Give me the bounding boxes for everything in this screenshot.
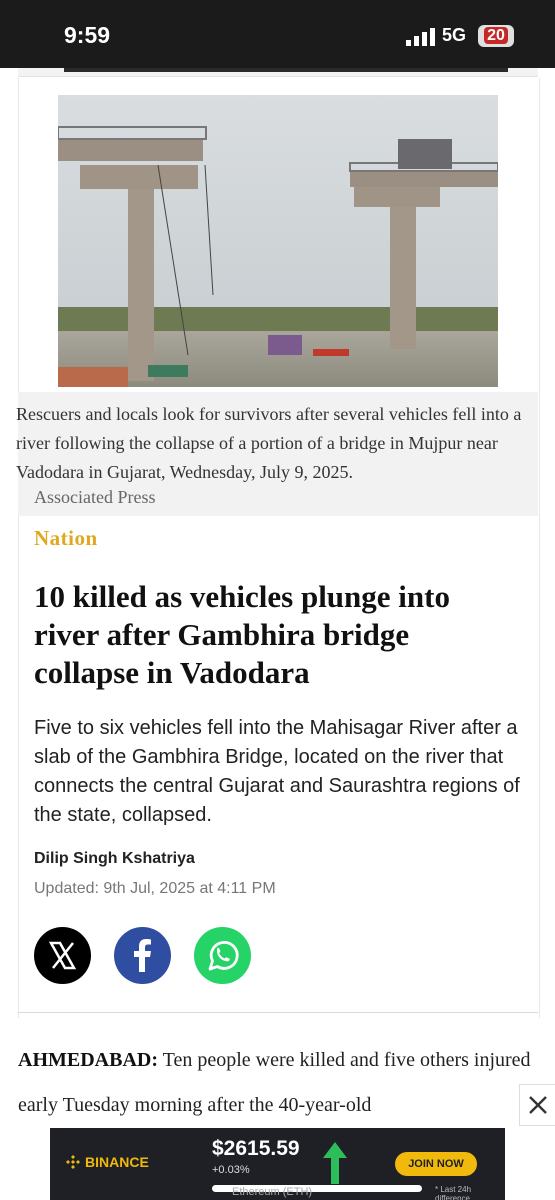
status-time: 9:59: [64, 22, 111, 48]
close-ad-button[interactable]: [519, 1084, 555, 1126]
section-label[interactable]: Nation: [34, 526, 98, 551]
ad-coin-label: Ethereum (ETH): [232, 1186, 313, 1198]
header-bar: [64, 68, 508, 72]
facebook-icon: [114, 927, 171, 984]
author-name[interactable]: Dilip Singh Kshatriya: [34, 850, 195, 868]
share-facebook-button[interactable]: [114, 927, 171, 984]
binance-logo: BINANCE: [66, 1154, 149, 1170]
article-headline: 10 killed as vehicles plunge into river …: [34, 579, 450, 690]
x-icon: [34, 927, 91, 984]
close-icon: [529, 1096, 547, 1114]
page-top-strip: [18, 68, 538, 77]
binance-diamond-icon: [66, 1155, 80, 1169]
share-x-button[interactable]: [34, 927, 91, 984]
ad-change: +0.03%: [212, 1164, 250, 1176]
join-now-button[interactable]: JOIN NOW: [395, 1152, 477, 1176]
network-label: 5G: [442, 25, 467, 45]
up-arrow-icon: [323, 1142, 347, 1184]
image-caption: Rescuers and locals look for survivors a…: [16, 404, 522, 482]
ad-footnote: * Last 24h difference: [435, 1185, 472, 1200]
status-bar: 9:59 5G 20: [0, 0, 555, 68]
binance-ad-banner[interactable]: BINANCE $2615.59 +0.03% Ethereum (ETH) J…: [50, 1128, 505, 1200]
image-credit: Associated Press: [34, 487, 156, 507]
share-whatsapp-button[interactable]: [194, 927, 251, 984]
battery-level: 20: [484, 27, 508, 44]
article-summary: Five to six vehicles fell into the Mahis…: [34, 717, 520, 826]
updated-timestamp: Updated: 9th Jul, 2025 at 4:11 PM: [34, 880, 276, 897]
dateline: AHMEDABAD:: [18, 1049, 158, 1071]
signal-icon: [406, 28, 435, 46]
whatsapp-icon: [194, 927, 251, 984]
article-body: AHMEDABAD: Ten people were killed and fi…: [18, 1038, 543, 1128]
ad-coin: Ethereum (ETH): [212, 1182, 422, 1200]
battery-indicator: 20: [478, 25, 514, 47]
ad-price: $2615.59: [212, 1137, 300, 1160]
article-photo[interactable]: [58, 95, 498, 387]
divider: [18, 1012, 538, 1013]
ad-brand: BINANCE: [85, 1154, 149, 1170]
